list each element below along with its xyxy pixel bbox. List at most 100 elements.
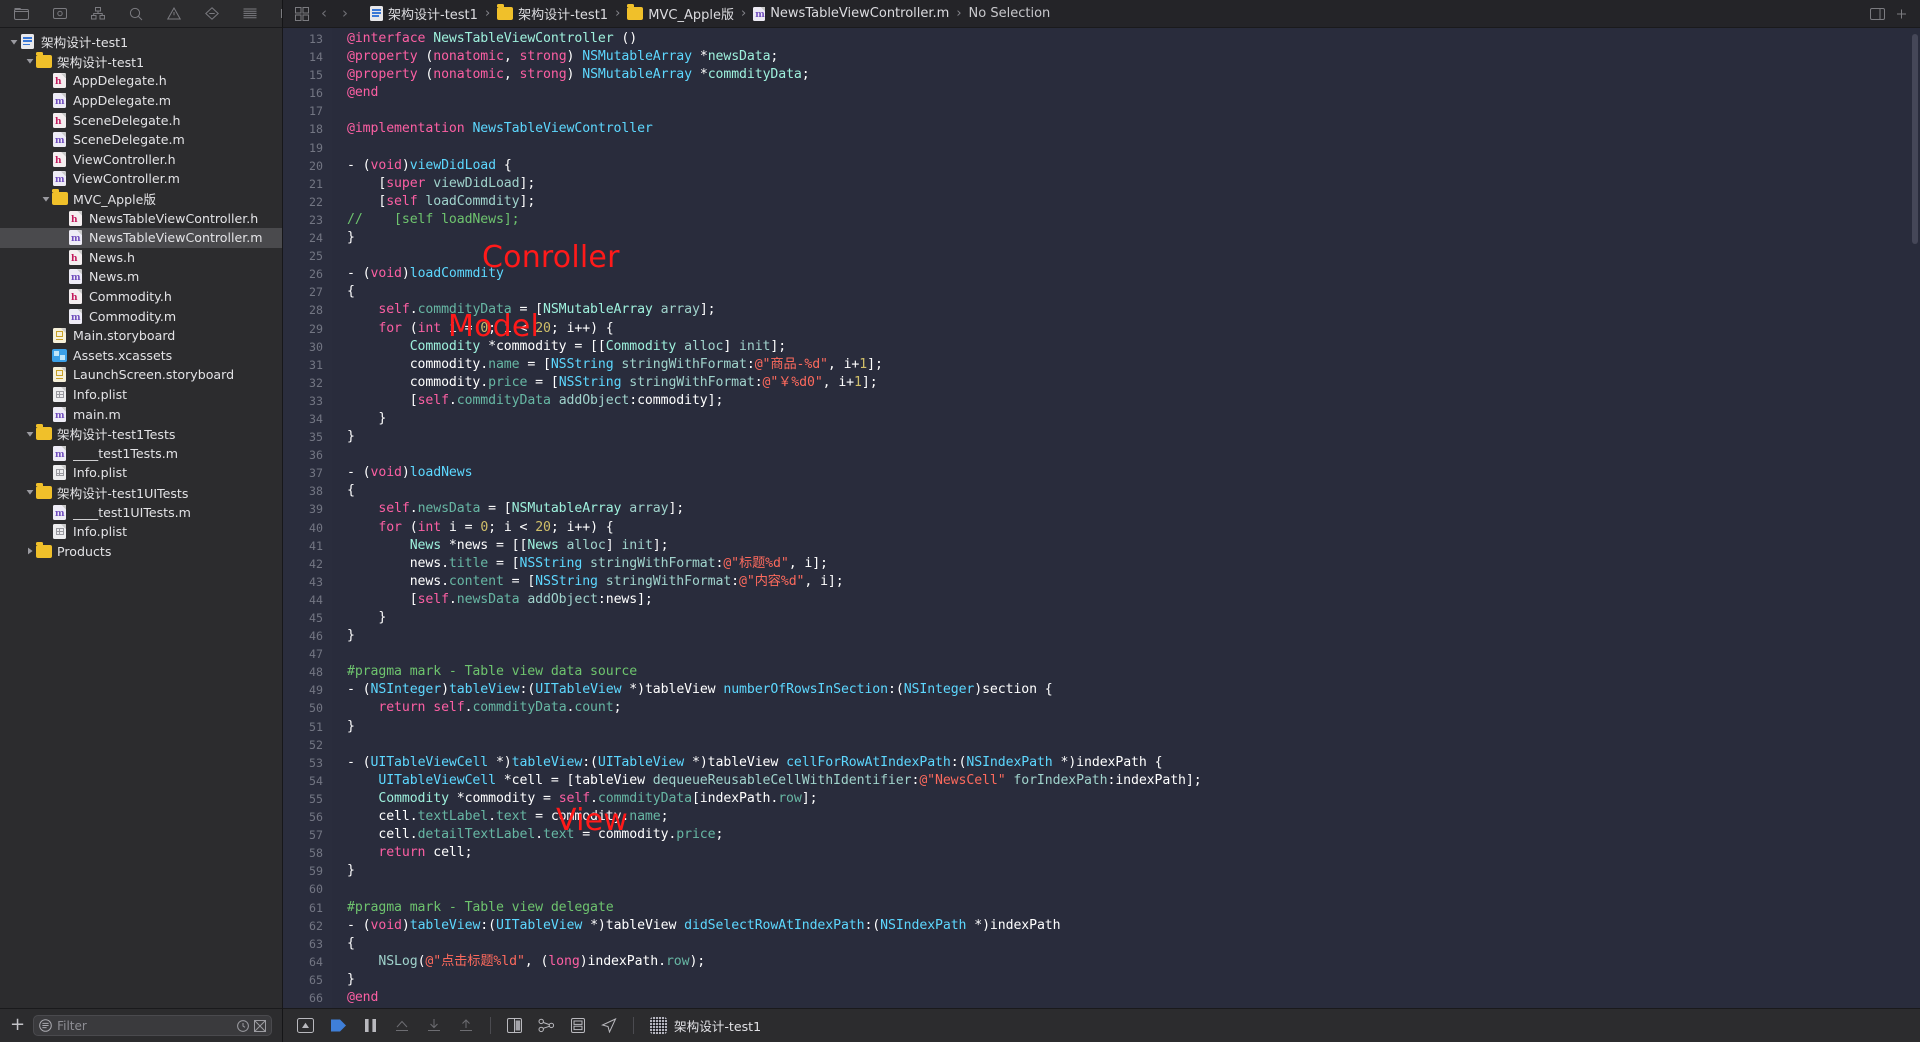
code-line[interactable]: 52 (283, 736, 1920, 754)
code-line[interactable]: 15 @property (nonatomic, strong) NSMutabl… (283, 66, 1920, 84)
code-line[interactable]: 64 NSLog(@"点击标题%ld", (long)indexPath.row… (283, 953, 1920, 971)
add-file-button[interactable]: + (10, 1015, 25, 1036)
disclosure-triangle[interactable] (24, 488, 35, 496)
code-line[interactable]: 43 news.content = [NSString stringWithFo… (283, 573, 1920, 591)
project-navigator[interactable]: 架构设计-test1 架构设计-test1 h AppDelegate.h m AppDe… (0, 28, 282, 1008)
code-line[interactable]: 58 return cell; (283, 844, 1920, 862)
navigator-row[interactable]: LaunchScreen.storyboard (0, 365, 282, 385)
code-line[interactable]: 27 { (283, 283, 1920, 301)
filter-input[interactable] (57, 1018, 232, 1033)
folder-icon[interactable] (14, 7, 29, 20)
navigator-row[interactable]: m Commodity.m (0, 306, 282, 326)
navigator-row[interactable]: m ViewController.m (0, 169, 282, 189)
code-line[interactable]: 37 - (void)loadNews (283, 464, 1920, 482)
code-line[interactable]: 14 @property (nonatomic, strong) NSMutabl… (283, 48, 1920, 66)
code-line[interactable]: 32 commodity.price = [NSString stringWit… (283, 374, 1920, 392)
code-line[interactable]: 54 UITableViewCell *cell = [tableView de… (283, 772, 1920, 790)
code-line[interactable]: 31 commodity.name = [NSString stringWith… (283, 356, 1920, 374)
pause-icon[interactable] (363, 1018, 378, 1033)
code-line[interactable]: 17 (283, 102, 1920, 120)
step-out-icon[interactable] (458, 1018, 474, 1033)
code-line[interactable]: 33 [self.commdityData addObject:commodit… (283, 392, 1920, 410)
code-line[interactable]: 34 } (283, 410, 1920, 428)
code-line[interactable]: 50 return self.commdityData.count; (283, 699, 1920, 717)
code-line[interactable]: 25 (283, 247, 1920, 265)
disclosure-triangle[interactable] (24, 430, 35, 438)
navigator-row[interactable]: h SceneDelegate.h (0, 110, 282, 130)
code-line[interactable]: 56 cell.textLabel.text = commodity.name; (283, 808, 1920, 826)
disclosure-triangle[interactable] (24, 57, 35, 65)
navigator-row[interactable]: 架构设计-test1 (0, 51, 282, 72)
editor-layout-icon[interactable] (1870, 7, 1885, 20)
code-line[interactable]: 53 - (UITableViewCell *)tableView:(UITabl… (283, 754, 1920, 772)
breadcrumb-item-project[interactable]: 架构设计-test1 (370, 4, 478, 23)
navigator-row[interactable]: h AppDelegate.h (0, 71, 282, 91)
code-line[interactable]: 59} (283, 862, 1920, 880)
code-line[interactable]: 18 @implementation NewsTableViewControlle… (283, 120, 1920, 138)
code-line[interactable]: 42 news.title = [NSString stringWithForm… (283, 555, 1920, 573)
navigator-row[interactable]: m News.m (0, 267, 282, 287)
code-line[interactable]: 44 [self.newsData addObject:news]; (283, 591, 1920, 609)
warning-icon[interactable] (167, 7, 181, 20)
navigator-row[interactable]: m ____test1Tests.m (0, 443, 282, 463)
filter-menu-icon[interactable] (39, 1019, 52, 1032)
code-line[interactable]: 66 @end (283, 989, 1920, 1007)
memory-graph-icon[interactable] (571, 1018, 585, 1033)
navigator-row[interactable]: m main.m (0, 404, 282, 424)
grid-icon[interactable] (295, 6, 309, 21)
code-line[interactable]: 19 (283, 139, 1920, 157)
breakpoint-icon[interactable] (205, 7, 219, 20)
code-line[interactable]: 57 cell.detailTextLabel.text = commodity… (283, 826, 1920, 844)
location-icon[interactable] (601, 1018, 617, 1033)
code-line[interactable]: 30 Commodity *commodity = [[Commodity al… (283, 338, 1920, 356)
play-icon[interactable] (330, 1018, 347, 1033)
code-line[interactable]: 49 - (NSInteger)tableView:(UITableView *)… (283, 681, 1920, 699)
disclosure-triangle[interactable] (8, 38, 19, 46)
code-line[interactable]: 55 Commodity *commodity = self.commdityD… (283, 790, 1920, 808)
filter-field[interactable] (33, 1015, 272, 1036)
navigator-row[interactable]: 架构设计-test1UITests (0, 482, 282, 503)
navigator-row[interactable]: m AppDelegate.m (0, 91, 282, 111)
breadcrumb-item-file[interactable]: m NewsTableViewController.m (753, 6, 949, 21)
disclosure-triangle[interactable] (24, 547, 35, 555)
code-line[interactable]: 35} (283, 428, 1920, 446)
navigator-row[interactable]: m ____test1UITests.m (0, 502, 282, 522)
code-line[interactable]: 39 self.newsData = [NSMutableArray array… (283, 500, 1920, 518)
navigator-row[interactable]: m SceneDelegate.m (0, 130, 282, 150)
report-icon[interactable] (243, 8, 257, 19)
recent-filter-icon[interactable] (237, 1019, 249, 1032)
navigator-row[interactable]: Products (0, 541, 282, 561)
navigator-row[interactable]: h ViewController.h (0, 150, 282, 170)
code-line[interactable]: 48 #pragma mark - Table view data source (283, 663, 1920, 681)
code-line[interactable]: 41 News *news = [[News alloc] init]; (283, 537, 1920, 555)
code-line[interactable]: 51} (283, 718, 1920, 736)
code-content[interactable]: 13 @interface NewsTableViewController () 1… (283, 28, 1920, 1007)
navigator-row[interactable]: 架构设计-test1Tests (0, 424, 282, 444)
step-into-icon[interactable] (426, 1018, 442, 1033)
code-line[interactable]: 29 for (int i = 0; i < 20; i++) { (283, 320, 1920, 338)
navigator-row[interactable]: h News.h (0, 248, 282, 268)
code-line[interactable]: 13 @interface NewsTableViewController () (283, 30, 1920, 48)
scheme-indicator[interactable]: 架构设计-test1 (650, 1016, 761, 1035)
navigator-row[interactable]: Info.plist (0, 463, 282, 483)
breadcrumb-item-group[interactable]: 架构设计-test1 (497, 4, 608, 23)
search-icon[interactable] (129, 7, 143, 21)
navigator-row[interactable]: Main.storyboard (0, 326, 282, 346)
code-line[interactable]: 24} (283, 229, 1920, 247)
breadcrumb-item-selection[interactable]: No Selection (969, 6, 1051, 21)
navigator-row[interactable]: Info.plist (0, 522, 282, 542)
view-hierarchy-icon[interactable] (538, 1018, 555, 1033)
code-line[interactable]: 38 { (283, 482, 1920, 500)
disclosure-triangle[interactable] (40, 195, 51, 203)
code-line[interactable]: 47 (283, 645, 1920, 663)
navigator-row[interactable]: Assets.xcassets (0, 346, 282, 366)
code-line[interactable]: 45 } (283, 609, 1920, 627)
debug-view-icon[interactable] (507, 1018, 522, 1033)
editor-scrollbar[interactable] (1912, 34, 1918, 244)
step-over-icon[interactable] (394, 1018, 410, 1033)
navigator-toggle-icon[interactable] (297, 1018, 314, 1033)
navigator-row[interactable]: MVC_Apple版 (0, 189, 282, 209)
source-control-filter-icon[interactable] (254, 1019, 266, 1032)
navigator-row[interactable]: 架构设计-test1 (0, 32, 282, 52)
add-editor-icon[interactable] (1895, 8, 1908, 20)
